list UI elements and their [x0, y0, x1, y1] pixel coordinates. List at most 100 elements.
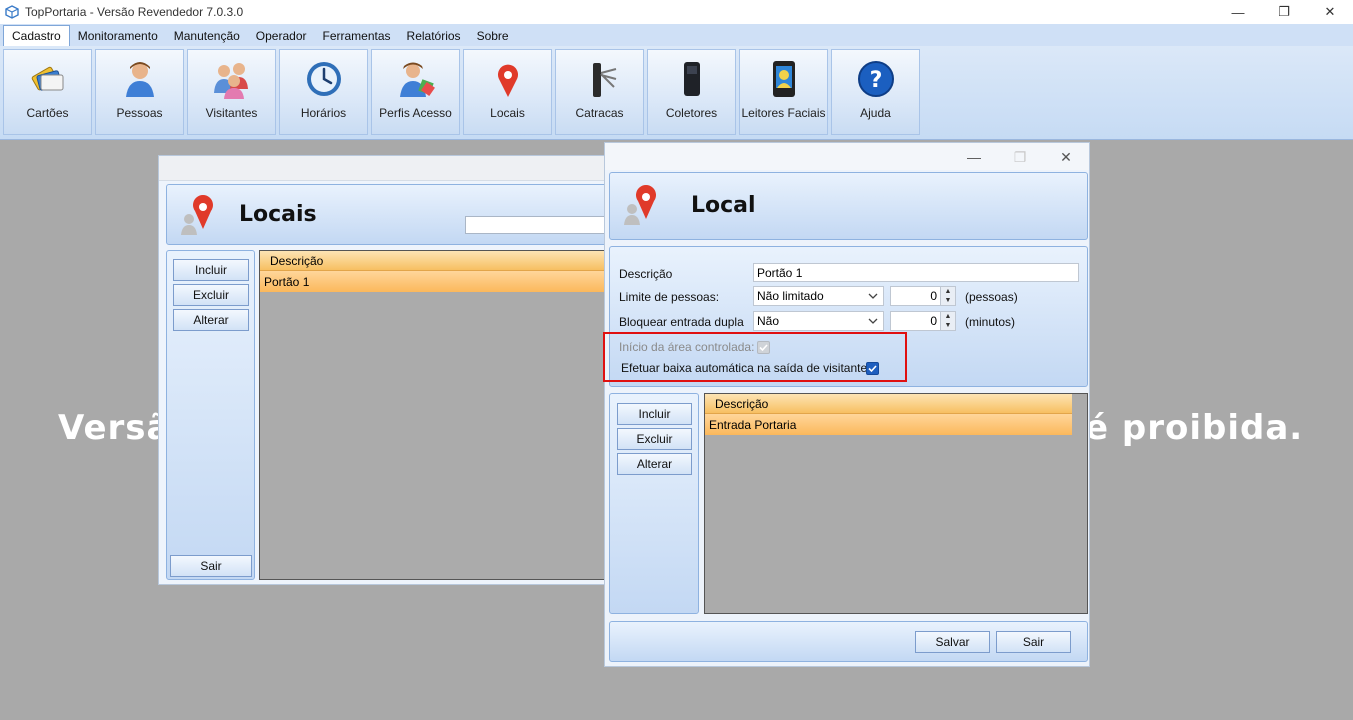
close-button[interactable]: ✕ — [1307, 0, 1353, 24]
location-pin-icon — [497, 64, 518, 97]
collector-icon — [683, 62, 700, 96]
spin-down-icon[interactable]: ▼ — [941, 296, 955, 305]
ribbon-label: Horários — [300, 106, 347, 120]
ribbon-ajuda-button[interactable]: ? Ajuda — [831, 49, 920, 135]
ribbon-label: Visitantes — [205, 106, 258, 120]
menu-sobre[interactable]: Sobre — [469, 25, 517, 46]
spin-up-icon[interactable]: ▲ — [941, 287, 955, 296]
ribbon-coletores-button[interactable]: Coletores — [647, 49, 736, 135]
descricao-input[interactable]: Portão 1 — [753, 263, 1079, 282]
cards-icon — [31, 66, 63, 91]
bloquear-entrada-unit: (minutos) — [965, 315, 1016, 329]
access-profile-icon — [399, 62, 435, 97]
locais-window: Locais Incluir Excluir Alterar Sair Desc… — [158, 155, 618, 585]
ribbon-locais-button[interactable]: Locais — [463, 49, 552, 135]
window-title: TopPortaria - Versão Revendedor 7.0.3.0 — [25, 5, 244, 19]
chevron-down-icon — [868, 318, 878, 324]
ribbon-visitantes-button[interactable]: Visitantes — [187, 49, 276, 135]
minimize-button[interactable]: — — [1215, 0, 1261, 24]
menu-manutencao[interactable]: Manutenção — [166, 25, 248, 46]
locais-title: Locais — [239, 202, 317, 227]
local-incluir-button[interactable]: Incluir — [617, 403, 692, 425]
app-icon — [5, 5, 19, 19]
turnstile-icon — [592, 63, 616, 97]
limite-pessoas-select[interactable]: Não limitado — [753, 286, 884, 306]
local-close-button[interactable]: ✕ — [1043, 147, 1089, 167]
ribbon-catracas-button[interactable]: Catracas — [555, 49, 644, 135]
menu-bar: Cadastro Monitoramento Manutenção Operad… — [0, 24, 1353, 46]
ribbon-label: Ajuda — [860, 106, 891, 120]
limite-pessoas-unit: (pessoas) — [965, 290, 1018, 304]
locais-sair-button[interactable]: Sair — [170, 555, 252, 577]
ribbon-cartoes-button[interactable]: Cartões — [3, 49, 92, 135]
local-alterar-button[interactable]: Alterar — [617, 453, 692, 475]
local-window-titlebar: — ❐ ✕ — [605, 143, 1089, 170]
title-bar: TopPortaria - Versão Revendedor 7.0.3.0 … — [0, 0, 1353, 24]
person-icon — [125, 62, 154, 97]
table-row[interactable]: Portão 1 — [260, 271, 608, 292]
location-pin-icon — [181, 195, 213, 235]
ribbon-label: Cartões — [26, 106, 69, 120]
bloquear-entrada-value: Não — [757, 314, 780, 328]
locais-alterar-button[interactable]: Alterar — [173, 309, 249, 331]
limite-pessoas-label: Limite de pessoas: — [619, 290, 720, 304]
ribbon-pessoas-button[interactable]: Pessoas — [95, 49, 184, 135]
menu-monitoramento[interactable]: Monitoramento — [70, 25, 166, 46]
local-title: Local — [691, 193, 756, 218]
face-reader-icon — [772, 61, 795, 97]
local-side-panel: Incluir Excluir Alterar — [609, 393, 699, 614]
chevron-down-icon — [868, 293, 878, 299]
ribbon-toolbar: Cartões Pessoas Visitantes Horários Perf… — [0, 46, 1353, 140]
spin-down-icon[interactable]: ▼ — [941, 321, 955, 330]
local-grid: Descrição Entrada Portaria — [704, 393, 1088, 614]
watermark-right: é proibida. — [1085, 408, 1304, 448]
limite-pessoas-stepper[interactable]: 0 ▲ ▼ — [890, 286, 956, 306]
local-window: — ❐ ✕ Local Descrição Portão 1 Limite de… — [604, 142, 1090, 667]
locais-excluir-button[interactable]: Excluir — [173, 284, 249, 306]
spin-up-icon[interactable]: ▲ — [941, 312, 955, 321]
ribbon-horarios-button[interactable]: Horários — [279, 49, 368, 135]
maximize-button[interactable]: ❐ — [1261, 0, 1307, 24]
bloquear-entrada-number: 0 — [930, 314, 937, 328]
local-excluir-button[interactable]: Excluir — [617, 428, 692, 450]
clock-icon — [306, 62, 341, 96]
ribbon-label: Coletores — [665, 106, 718, 120]
locais-side-panel: Incluir Excluir Alterar Sair — [166, 250, 255, 580]
locais-window-titlebar — [159, 156, 617, 181]
grid-header-descricao[interactable]: Descrição — [260, 251, 608, 271]
menu-operador[interactable]: Operador — [248, 25, 315, 46]
bloquear-entrada-label: Bloquear entrada dupla — [619, 315, 744, 329]
table-row[interactable]: Entrada Portaria — [705, 414, 1072, 435]
limite-pessoas-number: 0 — [930, 289, 937, 303]
locais-search-input[interactable] — [465, 216, 615, 234]
locais-grid: Descrição Portão 1 — [259, 250, 609, 580]
ribbon-leitores-faciais-button[interactable]: Leitores Faciais — [739, 49, 828, 135]
locais-header-panel: Locais — [166, 184, 615, 245]
bloquear-entrada-stepper[interactable]: 0 ▲ ▼ — [890, 311, 956, 331]
location-pin-icon — [624, 185, 656, 225]
ribbon-label: Catracas — [575, 106, 624, 120]
bloquear-entrada-select[interactable]: Não — [753, 311, 884, 331]
menu-ferramentas[interactable]: Ferramentas — [315, 25, 399, 46]
locais-incluir-button[interactable]: Incluir — [173, 259, 249, 281]
local-sair-button[interactable]: Sair — [996, 631, 1071, 653]
ribbon-perfis-acesso-button[interactable]: Perfis Acesso — [371, 49, 460, 135]
visitors-icon — [213, 63, 248, 99]
menu-relatorios[interactable]: Relatórios — [399, 25, 469, 46]
limite-pessoas-value: Não limitado — [757, 289, 824, 303]
help-icon: ? — [857, 61, 894, 97]
menu-cadastro[interactable]: Cadastro — [3, 25, 70, 46]
ribbon-label: Perfis Acesso — [379, 106, 452, 120]
local-maximize-button[interactable]: ❐ — [997, 147, 1043, 167]
local-header-panel: Local — [609, 172, 1088, 240]
ribbon-label: Locais — [490, 106, 525, 120]
ribbon-label: Leitores Faciais — [741, 106, 826, 120]
ribbon-label: Pessoas — [116, 106, 163, 120]
local-salvar-button[interactable]: Salvar — [915, 631, 990, 653]
highlight-box — [603, 332, 907, 382]
local-minimize-button[interactable]: — — [951, 147, 997, 167]
svg-text:?: ? — [869, 68, 882, 93]
local-footer-panel: Salvar Sair — [609, 621, 1088, 662]
grid-header-descricao[interactable]: Descrição — [705, 394, 1072, 414]
descricao-label: Descrição — [619, 267, 673, 281]
